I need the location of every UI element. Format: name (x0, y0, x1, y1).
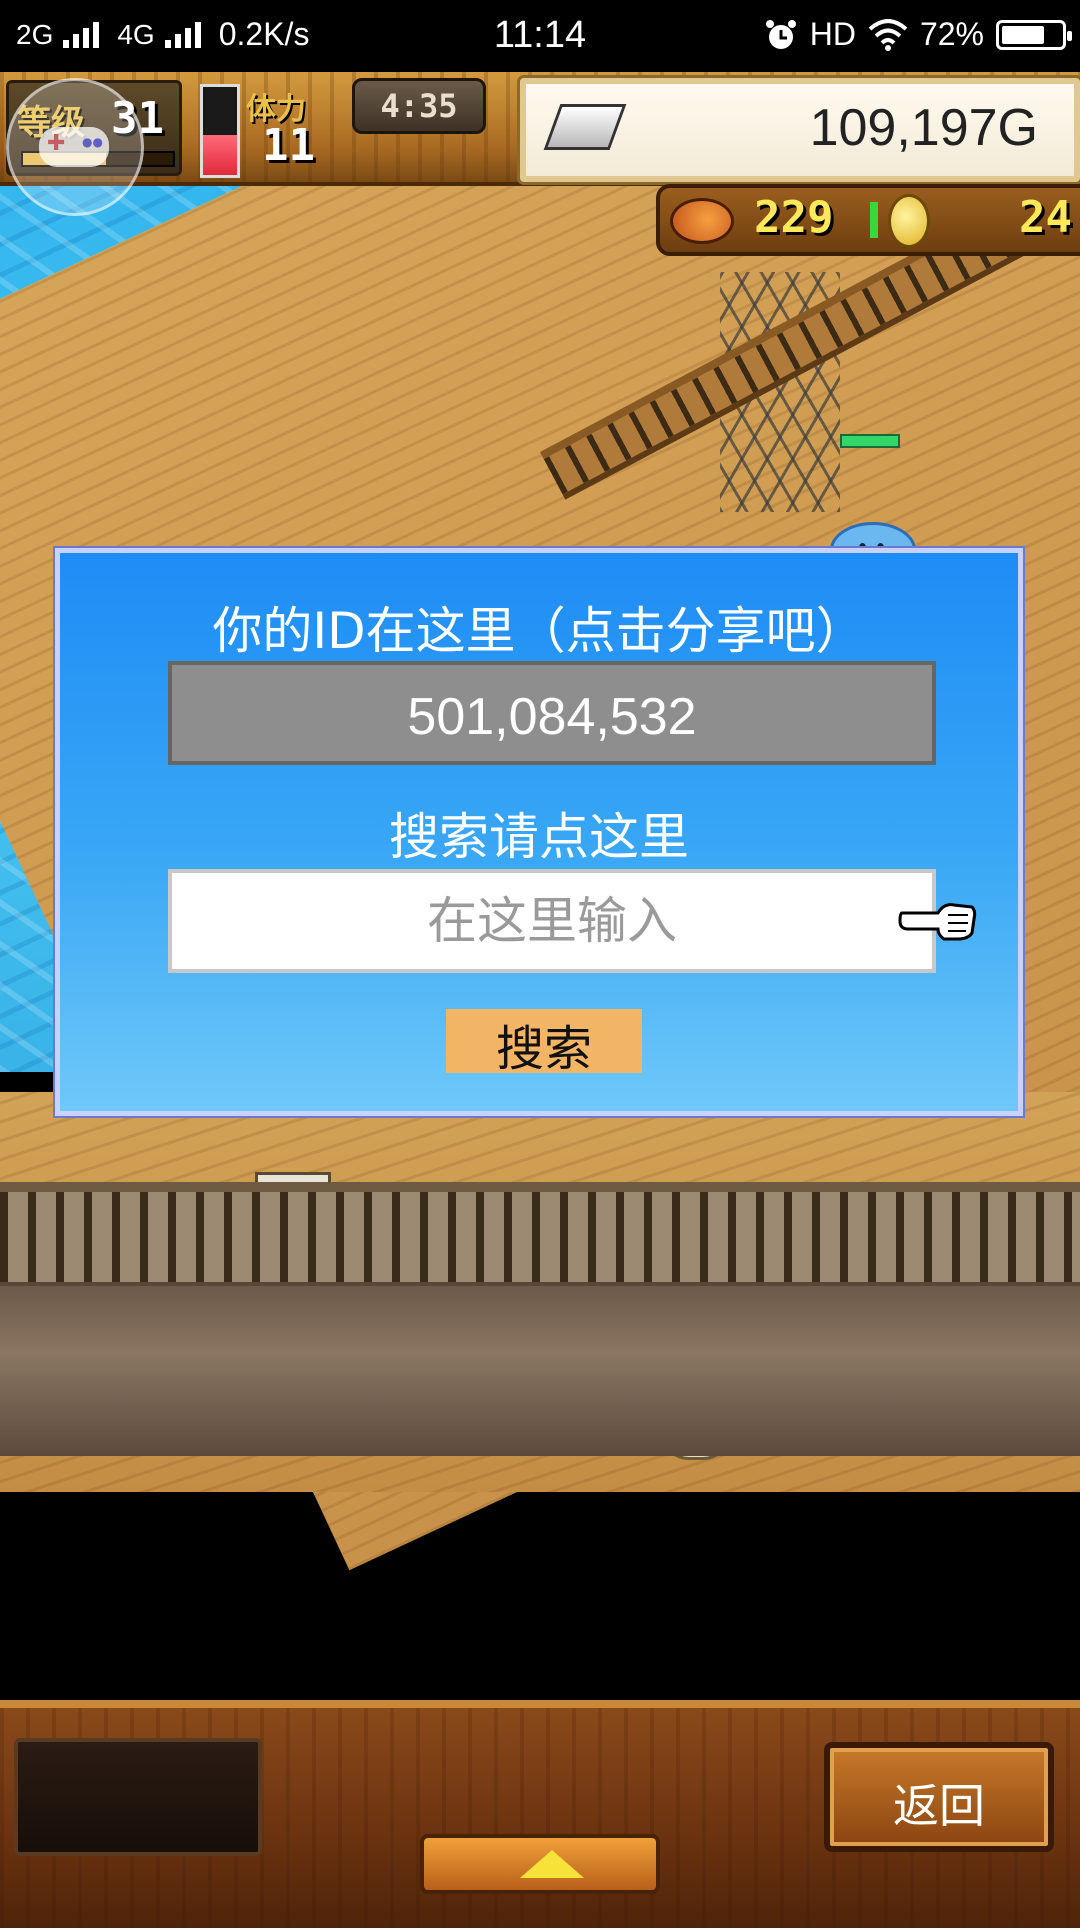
silver-ingot-icon (543, 104, 627, 150)
stamina-value: 11 (262, 120, 315, 171)
stamina-gauge (200, 84, 240, 178)
back-button-label: 返回 (893, 1779, 985, 1833)
battery-percent: 72% (919, 16, 984, 52)
bottom-bar: 返回 (0, 1700, 1080, 1928)
medal-coin-icon (888, 194, 930, 248)
wifi-icon (868, 18, 908, 51)
battery-icon (996, 19, 1072, 50)
stamina-timer: 4:35 (352, 78, 486, 134)
hd-indicator: HD (809, 16, 856, 52)
player-id: 501,084,532 (407, 688, 697, 746)
gold-value: 109,197G (809, 99, 1038, 157)
empty-slot (14, 1738, 262, 1856)
coin-value: 24 (1019, 192, 1072, 243)
alarm-icon (765, 19, 796, 49)
food-value: 229 (754, 192, 834, 243)
top-hud: 等级 31 体力 11 4:35 109,197G (0, 72, 1080, 216)
pointing-hand-icon (898, 903, 977, 941)
separator (870, 202, 878, 238)
search-input[interactable] (168, 869, 936, 973)
dialog-title[interactable]: 你的ID在这里（点击分享吧） (60, 591, 1018, 663)
search-label: 搜索请点这里 (389, 808, 689, 866)
ship-railing-lower (0, 1182, 1080, 1296)
search-button[interactable]: 搜索 (446, 1009, 642, 1077)
player-id-box[interactable]: 501,084,532 (168, 661, 936, 765)
gamepad-icon[interactable] (6, 78, 144, 216)
status-bar: 2G 4G 0.2K/s 11:14 HD 72% (0, 0, 1080, 72)
status-right: HD 72% (764, 16, 1072, 53)
monster-hp-bar (840, 434, 900, 448)
ship-hull (0, 1286, 1080, 1456)
back-button[interactable]: 返回 (824, 1742, 1054, 1852)
resource-panel: 229 24 (656, 184, 1080, 256)
expand-up-button[interactable] (420, 1834, 660, 1894)
meat-icon (670, 198, 734, 244)
gold-panel: 109,197G (520, 78, 1080, 182)
timer-value: 4:35 (380, 87, 458, 125)
id-search-dialog: 你的ID在这里（点击分享吧） 501,084,532 搜索请点这里 搜索 (55, 548, 1023, 1116)
